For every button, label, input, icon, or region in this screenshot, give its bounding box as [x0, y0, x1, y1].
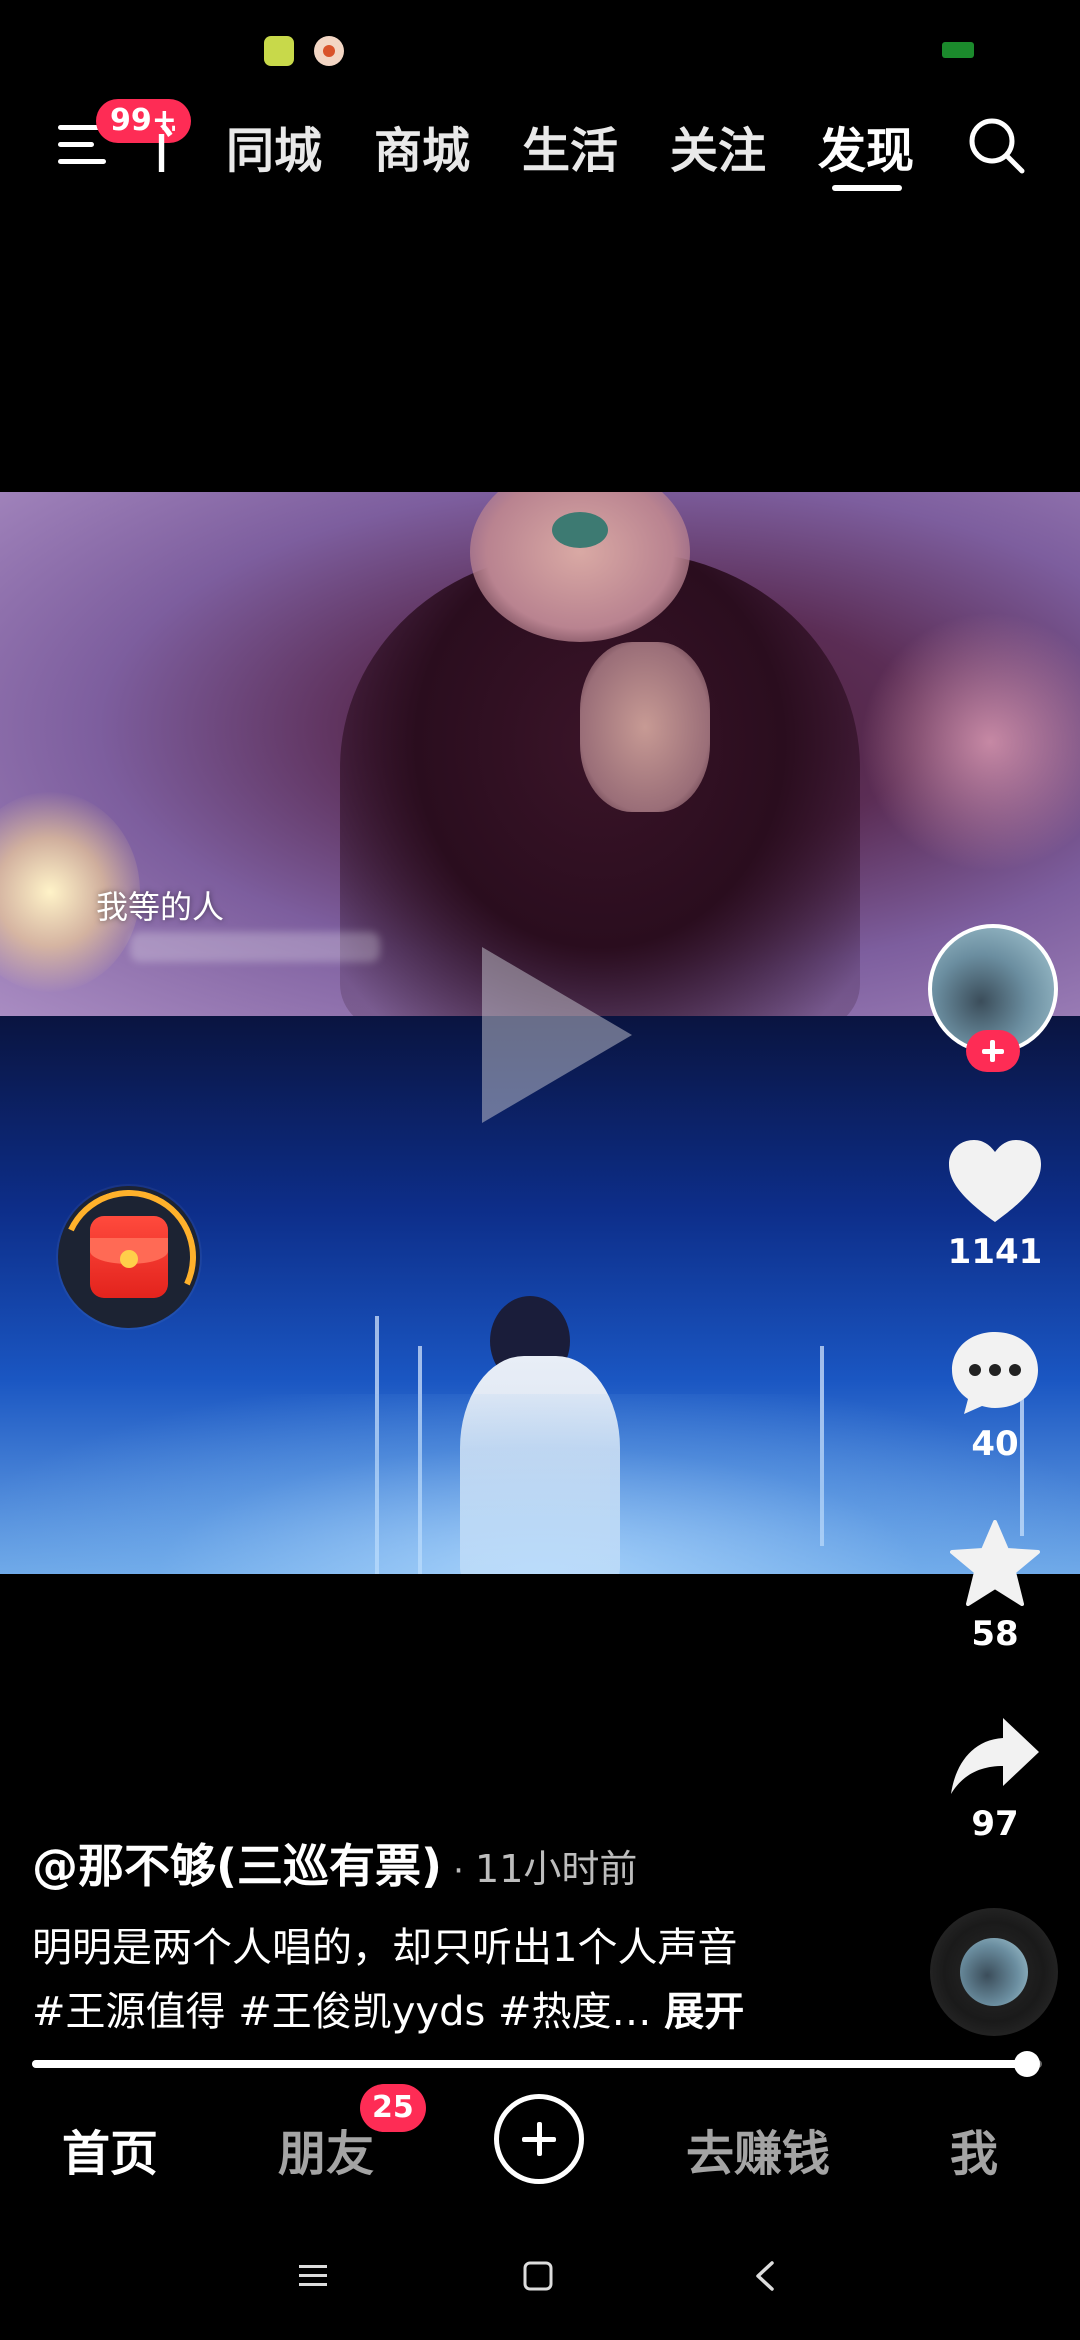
nav-earn[interactable]: 去赚钱: [686, 2114, 830, 2184]
expand-button[interactable]: 展开: [664, 1989, 744, 2035]
share-count: 97: [971, 1804, 1019, 1844]
recent-apps-icon[interactable]: [298, 2260, 328, 2290]
back-icon[interactable]: [752, 2260, 776, 2292]
author-name[interactable]: @那不够(三巡有票): [32, 1839, 442, 1893]
system-nav-bar: [0, 2230, 1080, 2340]
weibo-notification-icon: [314, 36, 344, 66]
follow-button[interactable]: [966, 1030, 1020, 1072]
video-player[interactable]: 我等的人: [0, 492, 1080, 1574]
hashtags[interactable]: #王源值得 #王俊凯yyds #热度…: [32, 1989, 664, 2035]
tab-discover[interactable]: 发现: [818, 111, 914, 181]
battery-icon: [942, 42, 974, 58]
music-disc[interactable]: [930, 1908, 1058, 2036]
plus-icon[interactable]: [494, 2094, 584, 2184]
progress-knob[interactable]: [1013, 2051, 1040, 2077]
author-avatar-group: [928, 924, 1058, 1074]
author-line: @那不够(三巡有票) · 11小时前: [32, 1830, 637, 1896]
separator-dot: ·: [453, 1851, 464, 1891]
comment-action[interactable]: 40: [940, 1330, 1050, 1464]
tab-same-city[interactable]: 同城: [226, 111, 322, 181]
app-notification-icon: [264, 36, 294, 66]
star-icon[interactable]: [950, 1520, 1040, 1606]
comment-count: 40: [971, 1424, 1019, 1464]
nav-home[interactable]: 首页: [62, 2114, 158, 2184]
comment-icon[interactable]: [950, 1330, 1040, 1416]
like-action[interactable]: 1141: [940, 1140, 1050, 1272]
favorite-count: 58: [971, 1614, 1019, 1654]
nav-me[interactable]: 我: [950, 2114, 998, 2184]
top-nav: 99+ 门 同城 商城 生活 关注 发现: [0, 95, 1080, 195]
status-bar: [0, 0, 1080, 90]
video-subtitle: 我等的人: [96, 888, 225, 926]
tab-life[interactable]: 生活: [522, 111, 618, 181]
red-packet-icon: [90, 1216, 168, 1298]
tab-mall[interactable]: 商城: [374, 111, 470, 181]
microphone: [552, 512, 608, 548]
search-icon[interactable]: [966, 115, 1026, 175]
nav-friends[interactable]: 朋友: [278, 2114, 374, 2184]
active-tab-underline: [832, 185, 902, 191]
blurred-subtitle: [130, 932, 380, 962]
video-progress-bar[interactable]: [32, 2051, 1042, 2077]
tab-partial[interactable]: 门: [155, 110, 175, 182]
favorite-action[interactable]: 58: [940, 1520, 1050, 1654]
progress-fill: [32, 2060, 1027, 2068]
video-frame-top: 我等的人: [0, 492, 1080, 1032]
share-icon[interactable]: [949, 1716, 1041, 1796]
description-line-1: 明明是两个人唱的，却只听出1个人声音: [32, 1925, 738, 1971]
description-line-2: #王源值得 #王俊凯yyds #热度… 展开: [32, 1980, 892, 2044]
menu-badge: 99+: [96, 99, 191, 143]
friends-badge: 25: [360, 2084, 426, 2132]
tab-following[interactable]: 关注: [670, 111, 766, 181]
play-icon[interactable]: [482, 947, 632, 1123]
like-count: 1141: [947, 1232, 1043, 1272]
music-cover: [960, 1938, 1028, 2006]
heart-icon[interactable]: [949, 1140, 1041, 1224]
red-packet-button[interactable]: [43, 1171, 215, 1343]
post-time: 11小时前: [475, 1847, 638, 1891]
share-action[interactable]: 97: [940, 1716, 1050, 1844]
home-icon[interactable]: [522, 2260, 554, 2292]
video-description: 明明是两个人唱的，却只听出1个人声音 #王源值得 #王俊凯yyds #热度… 展…: [32, 1916, 892, 2044]
